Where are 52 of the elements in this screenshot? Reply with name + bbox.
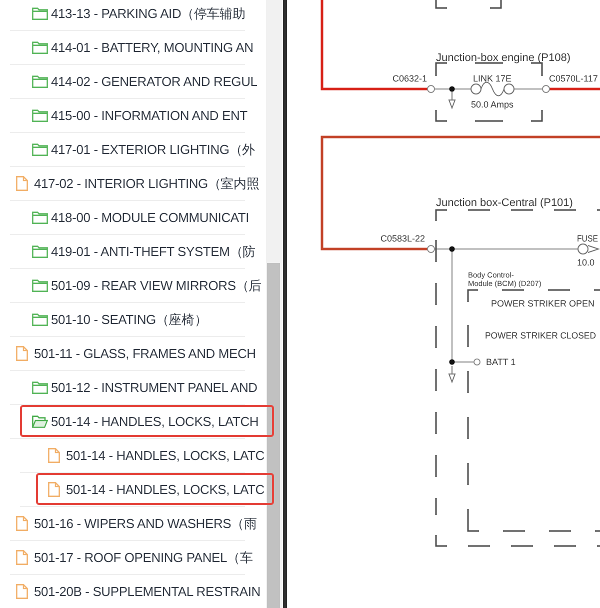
- fuse-rating-label: 10.0: [577, 258, 595, 268]
- file-icon: [16, 550, 28, 565]
- file-icon: [48, 448, 60, 463]
- file-icon: [16, 346, 28, 361]
- folder-item[interactable]: 413-13 - PARKING AID（停车辅助: [32, 4, 246, 22]
- junction-box-title: Junction box-Central (P101): [436, 197, 573, 209]
- junction-dot-icon: [449, 359, 455, 365]
- fuse-label: FUSE: [577, 234, 600, 244]
- connector-icon: [427, 85, 435, 93]
- fuse-label: LINK 17E: [473, 74, 512, 84]
- component-outline: [435, 0, 502, 9]
- folder-item[interactable]: 501-14 - HANDLES, LOCKS, LATCH: [32, 412, 259, 430]
- folder-item[interactable]: 417-01 - EXTERIOR LIGHTING（外: [32, 140, 255, 158]
- file-item[interactable]: 501-17 - ROOF OPENING PANEL（车: [16, 548, 253, 566]
- fuse-rating-label: 50.0 Amps: [471, 100, 514, 110]
- connector-label: C0632-1: [392, 74, 427, 84]
- down-arrow-icon: [448, 92, 456, 110]
- folder-item[interactable]: 414-01 - BATTERY, MOUNTING AN: [32, 38, 254, 56]
- file-item[interactable]: 501-14 - HANDLES, LOCKS, LATC: [48, 480, 264, 498]
- folder-item[interactable]: 501-10 - SEATING（座椅）: [32, 310, 208, 328]
- pin-label: POWER STRIKER CLOSED: [485, 330, 600, 340]
- folder-item[interactable]: 419-01 - ANTI-THEFT SYSTEM（防: [32, 242, 256, 260]
- scrollbar-thumb[interactable]: [267, 263, 280, 608]
- folder-item[interactable]: 501-12 - INSTRUMENT PANEL AND: [32, 378, 258, 396]
- fuse-icon: [470, 82, 514, 96]
- file-icon: [16, 176, 28, 191]
- file-item[interactable]: 501-20B - SUPPLEMENTAL RESTRAIN: [16, 582, 260, 600]
- folder-item[interactable]: 414-02 - GENERATOR AND REGUL: [32, 72, 258, 90]
- file-item[interactable]: 501-14 - HANDLES, LOCKS, LATC: [48, 446, 264, 464]
- file-item[interactable]: 417-02 - INTERIOR LIGHTING（室内照: [16, 174, 260, 192]
- junction-dot-icon: [449, 86, 455, 92]
- terminal-label: BATT 1: [486, 357, 516, 367]
- folder-item[interactable]: 415-00 - INFORMATION AND ENT: [32, 106, 248, 124]
- file-icon: [16, 516, 28, 531]
- terminal-icon: [474, 358, 480, 366]
- fuse-icon: [578, 244, 600, 254]
- connector-label: C0583L-22: [380, 234, 425, 244]
- connector-label: C0570L-117: [549, 74, 598, 84]
- junction-dot-icon: [449, 246, 455, 252]
- file-item[interactable]: 501-11 - GLASS, FRAMES AND MECH: [16, 344, 256, 362]
- junction-box-title: Junction-box engine (P108): [436, 52, 571, 64]
- folder-item[interactable]: 501-09 - REAR VIEW MIRRORS（后: [32, 276, 262, 294]
- file-icon: [16, 584, 28, 599]
- folder-item[interactable]: 418-00 - MODULE COMMUNICATI: [32, 208, 250, 226]
- connector-icon: [542, 85, 550, 93]
- file-item[interactable]: 501-16 - WIPERS AND WASHERS（雨: [16, 514, 257, 532]
- connector-icon: [427, 245, 435, 253]
- down-arrow-icon: [448, 366, 456, 384]
- scrollbar-track[interactable]: [266, 0, 283, 608]
- wire: [550, 88, 600, 90]
- pin-label: POWER STRIKER OPEN: [491, 298, 595, 308]
- file-icon: [48, 482, 60, 497]
